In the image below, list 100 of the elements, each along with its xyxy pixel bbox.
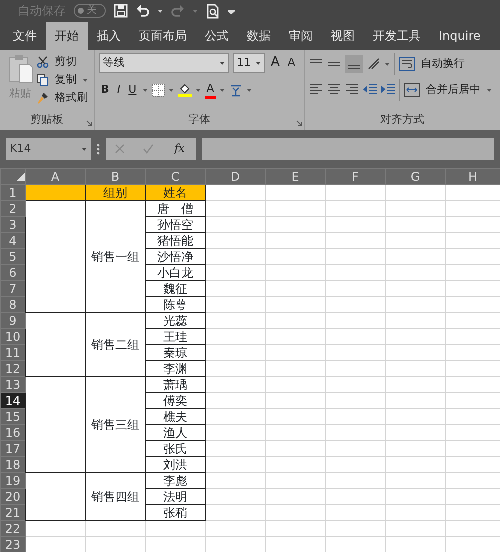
bold-button[interactable]: B	[99, 81, 112, 99]
group-title: 剪贴板	[30, 112, 64, 128]
customize-icon[interactable]	[228, 8, 235, 14]
ribbon-tab[interactable]: 视图	[322, 22, 364, 50]
ribbon-tab[interactable]: 开发工具	[364, 22, 430, 50]
table-cell: 张氏	[146, 440, 206, 456]
row-header[interactable]: 12	[0, 360, 26, 376]
caret-icon[interactable]	[247, 88, 252, 92]
align-bottom-icon[interactable]	[345, 55, 363, 73]
row-header[interactable]: 1	[0, 184, 26, 200]
phonetic-guide-icon[interactable]	[229, 83, 244, 97]
print-preview-icon[interactable]	[206, 4, 220, 18]
table-cell: 刘洪	[146, 456, 206, 472]
autosave-toggle[interactable]: 关	[74, 4, 106, 18]
copy-button[interactable]: 复制	[53, 71, 79, 89]
column-header[interactable]: F	[326, 168, 386, 184]
row-header[interactable]: 23	[0, 536, 26, 552]
column-header[interactable]: D	[206, 168, 266, 184]
row-header[interactable]: 5	[0, 248, 26, 264]
caret-icon[interactable]	[142, 88, 148, 92]
fill-color-icon[interactable]	[178, 83, 192, 97]
ribbon-tab[interactable]: 开始	[46, 22, 88, 50]
borders-icon[interactable]	[152, 84, 165, 96]
merge-center-button[interactable]: 合并后居中	[424, 81, 483, 99]
caret-icon[interactable]	[168, 88, 174, 92]
ribbon-tab[interactable]: 插入	[88, 22, 130, 50]
caret-icon[interactable]	[487, 88, 492, 92]
ribbon-tab[interactable]: 审阅	[280, 22, 322, 50]
caret-icon[interactable]	[385, 62, 390, 66]
underline-button[interactable]: U	[126, 81, 139, 99]
row-header[interactable]: 4	[0, 232, 26, 248]
caret-icon[interactable]	[220, 88, 226, 92]
grow-font-button[interactable]: A	[269, 54, 282, 72]
align-left-icon[interactable]	[309, 83, 323, 97]
align-center-icon[interactable]	[327, 83, 341, 97]
name-box-value: K14	[10, 140, 32, 157]
row-header[interactable]: 17	[0, 440, 26, 456]
ribbon-tab[interactable]: Inquire	[430, 22, 490, 50]
copy-icon[interactable]	[37, 74, 49, 86]
caret-icon[interactable]	[83, 78, 88, 82]
ribbon-tab[interactable]: 公式	[196, 22, 238, 50]
row-header[interactable]: 10	[0, 328, 26, 344]
formula-input[interactable]	[202, 138, 494, 160]
row-header[interactable]: 13	[0, 376, 26, 392]
row-header[interactable]: 19	[0, 472, 26, 488]
cut-button[interactable]: 剪切	[53, 53, 79, 71]
ribbon-tab[interactable]: 文件	[4, 22, 46, 50]
ribbon-tab[interactable]: 页面布局	[130, 22, 196, 50]
row-header[interactable]: 22	[0, 520, 26, 536]
merge-center-icon[interactable]	[404, 83, 420, 97]
row-header[interactable]: 9	[0, 312, 26, 328]
italic-button[interactable]: I	[115, 81, 123, 99]
table-cell: 秦琼	[146, 344, 206, 360]
wrap-text-button[interactable]: 自动换行	[419, 55, 467, 73]
caret-icon[interactable]	[158, 10, 163, 12]
more-icon[interactable]	[97, 144, 100, 154]
row-header[interactable]: 3	[0, 216, 26, 232]
scissors-icon[interactable]	[37, 56, 49, 68]
insert-function-button[interactable]: fx	[172, 140, 187, 158]
clipboard-icon[interactable]	[8, 53, 34, 85]
decrease-indent-icon[interactable]	[363, 83, 377, 97]
row-header[interactable]: 7	[0, 280, 26, 296]
dialog-launcher-icon[interactable]	[86, 120, 92, 126]
caret-icon[interactable]	[256, 62, 261, 64]
wrap-text-icon[interactable]	[399, 57, 415, 71]
column-header[interactable]: B	[86, 168, 146, 184]
row-header[interactable]: 21	[0, 504, 26, 520]
column-header[interactable]: G	[386, 168, 446, 184]
caret-icon[interactable]	[196, 88, 201, 92]
font-size-dropdown[interactable]: 11	[233, 53, 265, 73]
row-header[interactable]: 6	[0, 264, 26, 280]
caret-icon[interactable]	[220, 62, 225, 64]
undo-icon[interactable]	[136, 4, 150, 18]
paste-button[interactable]: 粘贴	[8, 85, 34, 103]
row-header[interactable]: 15	[0, 408, 26, 424]
row-header[interactable]: 18	[0, 456, 26, 472]
font-color-button[interactable]: A	[204, 82, 216, 98]
name-box[interactable]: K14	[6, 138, 91, 160]
font-name-dropdown[interactable]: 等线	[99, 53, 229, 73]
table-cell: 销售四组	[86, 472, 146, 520]
orientation-icon[interactable]	[367, 57, 381, 71]
row-header[interactable]: 2	[0, 200, 26, 216]
column-header[interactable]: H	[446, 168, 500, 184]
shrink-font-button[interactable]: A	[286, 54, 298, 72]
format-painter-button[interactable]: 格式刷	[53, 89, 90, 107]
dialog-launcher-icon[interactable]	[296, 120, 302, 126]
row-header[interactable]: 14	[0, 392, 26, 408]
row-header[interactable]: 8	[0, 296, 26, 312]
caret-icon[interactable]	[82, 148, 87, 150]
column-header[interactable]: E	[266, 168, 326, 184]
align-right-icon[interactable]	[345, 83, 359, 97]
row-header[interactable]: 16	[0, 424, 26, 440]
row-header[interactable]: 11	[0, 344, 26, 360]
row-header[interactable]: 20	[0, 488, 26, 504]
save-icon[interactable]	[114, 4, 128, 18]
ribbon-tab[interactable]: 数据	[238, 22, 280, 50]
brush-icon[interactable]	[37, 92, 49, 104]
column-header[interactable]: A	[26, 168, 86, 184]
column-header[interactable]: C	[146, 168, 206, 184]
increase-indent-icon[interactable]	[381, 83, 395, 97]
